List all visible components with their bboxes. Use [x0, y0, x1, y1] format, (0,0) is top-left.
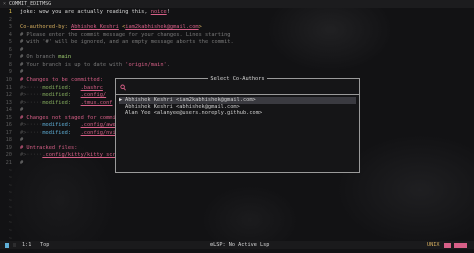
- line-number: 19: [5, 144, 12, 151]
- line-text: #>·····modified: .tmux.conf: [20, 99, 113, 106]
- line-number: 1: [8, 9, 12, 15]
- line-number: 8: [8, 61, 12, 68]
- editor-line[interactable]: 7 # On branch main: [0, 54, 474, 62]
- empty-line-marker: ~: [8, 227, 12, 234]
- co-author-option[interactable]: Alan Yee <alanyee@users.noreply.github.c…: [119, 110, 356, 117]
- editor-line[interactable]: 8 # Your branch is up to date with 'origi…: [0, 62, 474, 70]
- co-author-option[interactable]: Abhishek Keshri <abhishek@gmail.com>: [119, 104, 356, 111]
- line-number: 13: [5, 99, 12, 106]
- line-text: # On branch main: [20, 54, 72, 61]
- co-author-label: Alan Yee <alanyee@users.noreply.github.c…: [125, 110, 263, 117]
- line-text: # with '#' will be ignored, and an empty…: [20, 39, 234, 46]
- tab-commit-editmsg[interactable]: × COMMIT_EDITMSG: [3, 1, 51, 7]
- co-author-label: Abhishek Keshri <iam2kabhishek@gmail.com…: [125, 97, 256, 103]
- editor-line[interactable]: 6 #: [0, 47, 474, 55]
- line-text: joke: wow you are actually reading this,…: [20, 9, 170, 15]
- line-text: #>·····modified: .bashrc: [20, 84, 103, 91]
- editor-line[interactable]: 2: [0, 17, 474, 25]
- dialog-divider: [116, 94, 359, 95]
- search-row: [119, 84, 356, 91]
- scroll-position: Top: [40, 242, 50, 248]
- line-text: #>·····modified: .config/nvim: [20, 129, 119, 136]
- tab-label: COMMIT_EDITMSG: [9, 1, 52, 7]
- close-icon[interactable]: ×: [3, 1, 6, 7]
- line-text: # Changes not staged for commit:: [20, 114, 123, 121]
- search-icon: [120, 84, 126, 91]
- co-author-label: Abhishek Keshri <abhishek@gmail.com>: [125, 103, 240, 110]
- line-text: #>·····.config/kitty/kitty_scro: [20, 152, 119, 159]
- status-block-left: [444, 242, 451, 248]
- line-text: #: [20, 160, 24, 166]
- line-number: 21: [5, 160, 12, 166]
- empty-line-marker: ~: [8, 175, 12, 182]
- line-text: #: [20, 69, 24, 76]
- editor-line[interactable]: 3 Co-authored-by: Abhishek Keshri <iam2ka…: [0, 24, 474, 32]
- empty-line-marker: ~: [8, 197, 12, 204]
- mode-indicator: [5, 242, 9, 248]
- line-number: 6: [8, 46, 12, 53]
- file-format: UNIX: [427, 242, 440, 248]
- line-text: #: [20, 137, 24, 144]
- line-number: 10: [5, 76, 12, 83]
- line-number: 7: [8, 54, 12, 61]
- line-number: 3: [8, 24, 12, 31]
- search-input[interactable]: [129, 84, 354, 91]
- line-number: 9: [8, 69, 12, 76]
- statusline: 1:1 Top ⚙LSP: No Active Lsp UNIX: [0, 241, 474, 249]
- line-text: Co-authored-by: Abhishek Keshri <iam2kab…: [20, 24, 202, 31]
- line-text: # Changes to be committed:: [20, 76, 103, 83]
- empty-line-marker: ~: [8, 220, 12, 227]
- empty-line-marker: ~: [8, 212, 12, 219]
- empty-line-marker: ~: [8, 205, 12, 212]
- co-author-option[interactable]: ▶ Abhishek Keshri <iam2kabhishek@gmail.co…: [119, 97, 356, 104]
- status-separator: [13, 243, 16, 247]
- line-number: 2: [8, 16, 12, 23]
- empty-line-marker: ~: [8, 190, 12, 197]
- line-number: 16: [5, 122, 12, 129]
- line-number: 4: [8, 31, 12, 38]
- cursor-position: 1:1: [22, 242, 32, 248]
- empty-line-marker: ~: [8, 182, 12, 189]
- editor-line[interactable]: 4 # Please enter the commit message for y…: [0, 32, 474, 40]
- lsp-status: ⚙LSP: No Active Lsp: [210, 242, 270, 248]
- line-text: #: [20, 46, 24, 53]
- dialog-title: Select Co-Authors: [208, 76, 267, 82]
- status-block-right: [454, 242, 467, 248]
- line-number: 20: [5, 152, 12, 159]
- line-text: #>·····modified: .config/: [20, 92, 107, 99]
- line-number: 15: [5, 114, 12, 121]
- line-text: # Untracked files:: [20, 144, 78, 151]
- co-authors-picker: Select Co-Authors ▶ Abhishek Keshri <iam2…: [115, 76, 360, 173]
- line-number: 11: [5, 84, 12, 91]
- line-number: 12: [5, 92, 12, 99]
- line-number: 18: [5, 137, 12, 144]
- line-text: #: [20, 107, 24, 114]
- line-text: # Your branch is up to date with 'origin…: [20, 61, 170, 68]
- line-number: 14: [5, 107, 12, 114]
- line-number: 17: [5, 129, 12, 136]
- line-text: #>·····modified: .config/awes: [20, 122, 119, 129]
- line-number: 5: [8, 39, 12, 46]
- line-text: # Please enter the commit message for yo…: [20, 31, 231, 38]
- editor-line[interactable]: 1 joke: wow you are actually reading this…: [0, 9, 474, 17]
- editor-line[interactable]: 5 # with '#' will be ignored, and an empt…: [0, 39, 474, 47]
- tabline: × COMMIT_EDITMSG: [0, 0, 474, 8]
